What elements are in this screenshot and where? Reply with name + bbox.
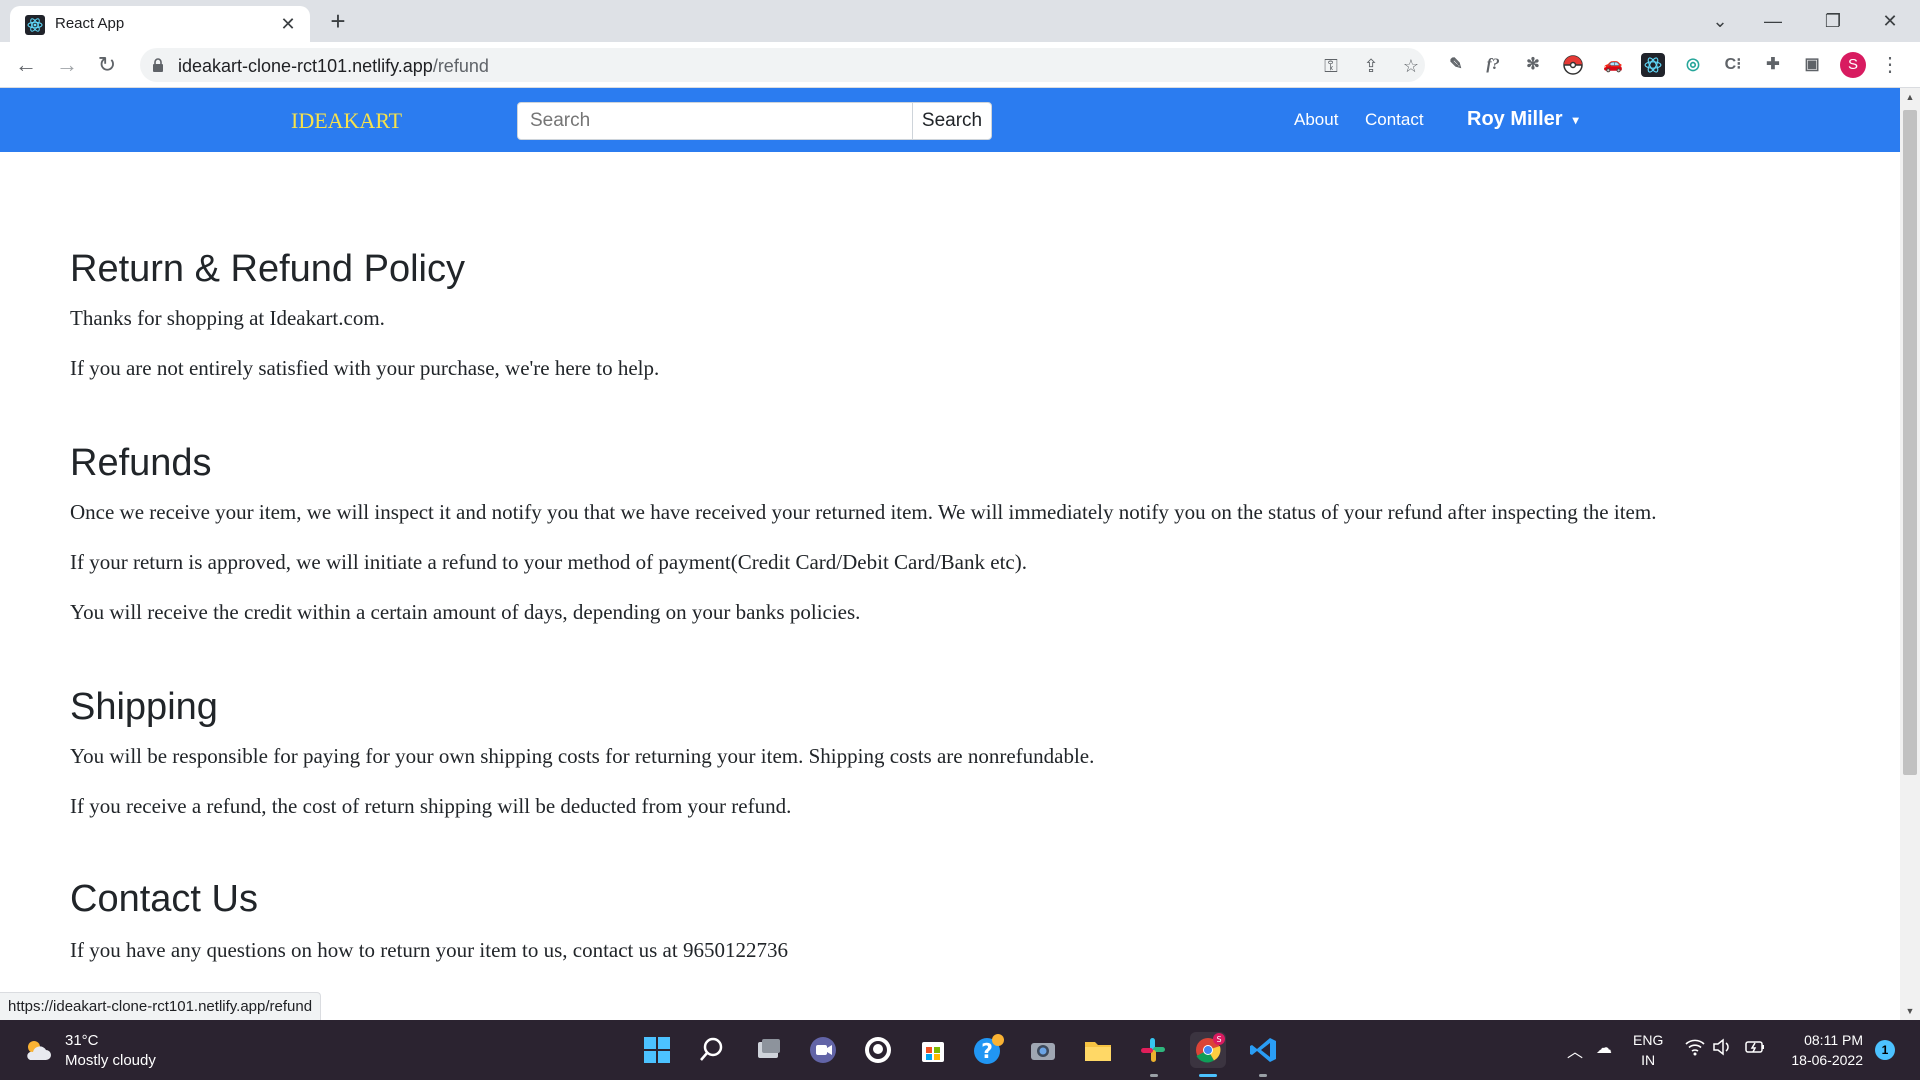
pen-extension-icon[interactable]: ✎ xyxy=(1444,53,1468,77)
profile-avatar[interactable]: S xyxy=(1840,52,1866,78)
puzzle-icon[interactable]: ✚ xyxy=(1761,53,1785,77)
search-icon[interactable] xyxy=(694,1032,730,1068)
nav-about-link[interactable]: About xyxy=(1294,110,1338,130)
clock-time: 08:11 PM xyxy=(1804,1032,1863,1048)
css-extension-icon[interactable]: C⁝ xyxy=(1721,53,1745,77)
refresh-extension-icon[interactable]: ◎ xyxy=(1681,53,1705,77)
status-url-bubble: https://ideakart-clone-rct101.netlify.ap… xyxy=(0,992,322,1020)
url-host: ideakart-clone-rct101.netlify.app xyxy=(178,56,433,76)
refunds-paragraph-3: You will receive the credit within a cer… xyxy=(70,600,861,624)
weather-description[interactable]: Mostly cloudy xyxy=(65,1052,156,1069)
github-icon[interactable] xyxy=(860,1032,896,1068)
chrome-active-indicator xyxy=(1199,1074,1217,1077)
camera-icon[interactable] xyxy=(1025,1032,1061,1068)
browser-toolbar: ← → ↻ ideakart-clone-rct101.netlify.app/… xyxy=(0,42,1920,88)
site-navbar: IDEAKART Search About Contact Roy Miller… xyxy=(0,88,1900,152)
tab-close-icon[interactable]: ✕ xyxy=(276,12,300,36)
restore-icon[interactable]: ❐ xyxy=(1813,6,1853,36)
key-icon[interactable]: ⚿ xyxy=(1320,55,1342,77)
contact-heading: Contact Us xyxy=(70,878,258,920)
microsoft-store-icon[interactable] xyxy=(915,1032,951,1068)
notification-badge[interactable]: 1 xyxy=(1875,1040,1895,1060)
chrome-icon[interactable]: S xyxy=(1190,1032,1226,1068)
tab-search-chevron-icon[interactable]: ⌄ xyxy=(1700,6,1740,36)
clock-date: 18-06-2022 xyxy=(1791,1052,1863,1068)
search-input[interactable] xyxy=(517,102,913,140)
shipping-heading: Shipping xyxy=(70,686,218,728)
tab-title: React App xyxy=(55,15,125,32)
url-text: ideakart-clone-rct101.netlify.app/refund xyxy=(178,56,489,77)
scroll-thumb[interactable] xyxy=(1903,110,1917,775)
intro-paragraph-1: Thanks for shopping at Ideakart.com. xyxy=(70,306,385,330)
contact-paragraph: If you have any questions on how to retu… xyxy=(70,938,788,962)
user-menu[interactable]: Roy Miller ▾ xyxy=(1467,108,1579,131)
slack-running-indicator xyxy=(1150,1074,1158,1077)
star-icon[interactable]: ☆ xyxy=(1400,55,1422,77)
language-code: ENG xyxy=(1633,1032,1664,1048)
weather-temperature[interactable]: 31°C xyxy=(65,1032,99,1049)
task-view-icon[interactable] xyxy=(750,1032,786,1068)
windows-taskbar: 31°C Mostly cloudy ? S ︿ ☁ ENG IN 08:11 … xyxy=(0,1020,1920,1080)
battery-charging-icon[interactable] xyxy=(1744,1038,1766,1061)
forward-arrow-icon[interactable]: → xyxy=(53,51,81,79)
site-logo[interactable]: IDEAKART xyxy=(291,108,402,134)
region-code: IN xyxy=(1641,1052,1656,1068)
back-arrow-icon[interactable]: ← xyxy=(12,51,40,79)
address-bar[interactable]: ideakart-clone-rct101.netlify.app/refund… xyxy=(140,48,1425,82)
scroll-down-arrow-icon[interactable]: ▼ xyxy=(1900,1002,1920,1020)
lock-icon xyxy=(153,58,163,72)
vscode-running-indicator xyxy=(1259,1074,1267,1077)
browser-tab[interactable]: React App ✕ xyxy=(10,6,310,42)
share-icon[interactable]: ⇪ xyxy=(1360,55,1382,77)
new-tab-icon[interactable]: + xyxy=(324,8,352,36)
window-close-icon[interactable]: ✕ xyxy=(1870,6,1910,36)
shipping-paragraph-2: If you receive a refund, the cost of ret… xyxy=(70,794,792,818)
svg-text:?: ? xyxy=(981,1039,993,1063)
intro-paragraph-2: If you are not entirely satisfied with y… xyxy=(70,356,660,380)
refunds-paragraph-1: Once we receive your item, we will inspe… xyxy=(70,500,1657,524)
user-name: Roy Miller xyxy=(1467,108,1563,130)
taskbar-clock[interactable]: 08:11 PM 18-06-2022 xyxy=(1783,1030,1863,1070)
sidepanel-icon[interactable]: ▣ xyxy=(1800,53,1824,77)
browser-tab-strip: React App ✕ + ⌄ — ❐ ✕ xyxy=(0,0,1920,42)
scroll-up-arrow-icon[interactable]: ▲ xyxy=(1900,88,1920,106)
page-title: Return & Refund Policy xyxy=(70,248,465,290)
minimize-icon[interactable]: — xyxy=(1753,6,1793,36)
shipping-paragraph-1: You will be responsible for paying for y… xyxy=(70,744,1095,768)
search-button[interactable]: Search xyxy=(912,102,992,140)
refunds-paragraph-2: If your return is approved, we will init… xyxy=(70,550,1027,574)
svg-text:S: S xyxy=(1216,1035,1221,1044)
react-favicon-icon xyxy=(25,15,45,35)
slack-icon[interactable] xyxy=(1135,1032,1171,1068)
url-path: /refund xyxy=(432,56,489,76)
reload-icon[interactable]: ↻ xyxy=(93,51,121,79)
onedrive-cloud-icon[interactable]: ☁ xyxy=(1596,1038,1612,1058)
help-icon[interactable]: ? xyxy=(970,1032,1006,1068)
browser-menu-icon[interactable]: ⋮ xyxy=(1880,50,1900,80)
refunds-heading: Refunds xyxy=(70,442,212,484)
pokeball-extension-icon[interactable] xyxy=(1561,53,1585,77)
partly-cloudy-icon[interactable] xyxy=(22,1034,54,1066)
wifi-icon[interactable] xyxy=(1685,1038,1705,1061)
volume-icon[interactable] xyxy=(1712,1038,1732,1061)
windows-start-icon[interactable] xyxy=(639,1032,675,1068)
car-extension-icon[interactable]: 🚗 xyxy=(1601,53,1625,77)
chevron-down-icon: ▾ xyxy=(1572,112,1579,127)
vscode-icon[interactable] xyxy=(1245,1032,1281,1068)
teams-chat-icon[interactable] xyxy=(805,1032,841,1068)
chevron-up-icon[interactable]: ︿ xyxy=(1567,1038,1583,1062)
input-language[interactable]: ENG IN xyxy=(1633,1030,1663,1070)
nav-contact-link[interactable]: Contact xyxy=(1365,110,1424,130)
formula-extension-icon[interactable]: f? xyxy=(1481,53,1505,77)
react-devtools-icon[interactable] xyxy=(1641,53,1665,77)
page-scrollbar[interactable]: ▲ ▼ xyxy=(1900,88,1920,1020)
file-explorer-icon[interactable] xyxy=(1080,1032,1116,1068)
bug-extension-icon[interactable]: ✻ xyxy=(1521,53,1545,77)
